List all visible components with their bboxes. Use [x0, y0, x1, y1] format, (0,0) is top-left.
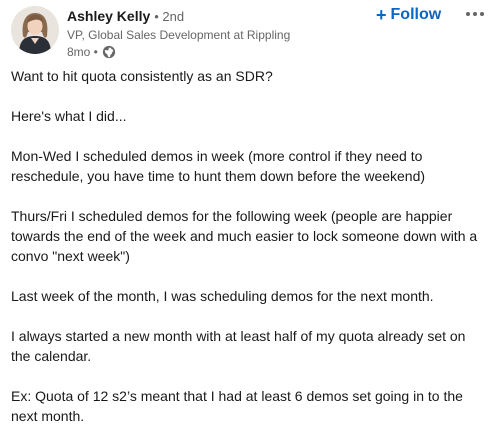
post-paragraph: Here's what I did... [11, 108, 127, 124]
post-paragraph: I always started a new month with at lea… [11, 328, 466, 364]
post-paragraph: Thurs/Fri I scheduled demos for the foll… [11, 208, 478, 264]
more-options-icon-dot [473, 12, 477, 16]
post-meta: 8mo • [67, 44, 367, 60]
avatar[interactable] [11, 6, 59, 54]
post-timestamp: 8mo • [67, 45, 98, 59]
globe-icon [102, 45, 116, 59]
post-paragraph: Want to hit quota consistently as an SDR… [11, 68, 273, 84]
post-body: Want to hit quota consistently as an SDR… [11, 66, 481, 434]
author-info: Ashley Kelly • 2nd VP, Global Sales Deve… [67, 6, 367, 60]
more-options-icon-dot [480, 12, 484, 16]
profile-photo [11, 6, 59, 54]
author-name-line: Ashley Kelly • 2nd [67, 6, 367, 26]
more-options-button[interactable] [461, 6, 489, 22]
post-paragraph: Mon-Wed I scheduled demos in week (more … [11, 148, 426, 184]
author-name[interactable]: Ashley Kelly [67, 6, 150, 26]
post-paragraph: Last week of the month, I was scheduling… [11, 288, 434, 304]
plus-icon: + [376, 5, 387, 25]
follow-label: Follow [390, 6, 442, 23]
feed-post: Ashley Kelly • 2nd VP, Global Sales Deve… [0, 0, 498, 434]
post-paragraph: Ex: Quota of 12 s2’s meant that I had at… [11, 388, 463, 424]
author-headline: VP, Global Sales Development at Rippling [67, 28, 291, 42]
follow-button[interactable]: + Follow [376, 4, 441, 26]
connection-degree: • 2nd [154, 9, 185, 24]
more-options-icon [466, 12, 470, 16]
